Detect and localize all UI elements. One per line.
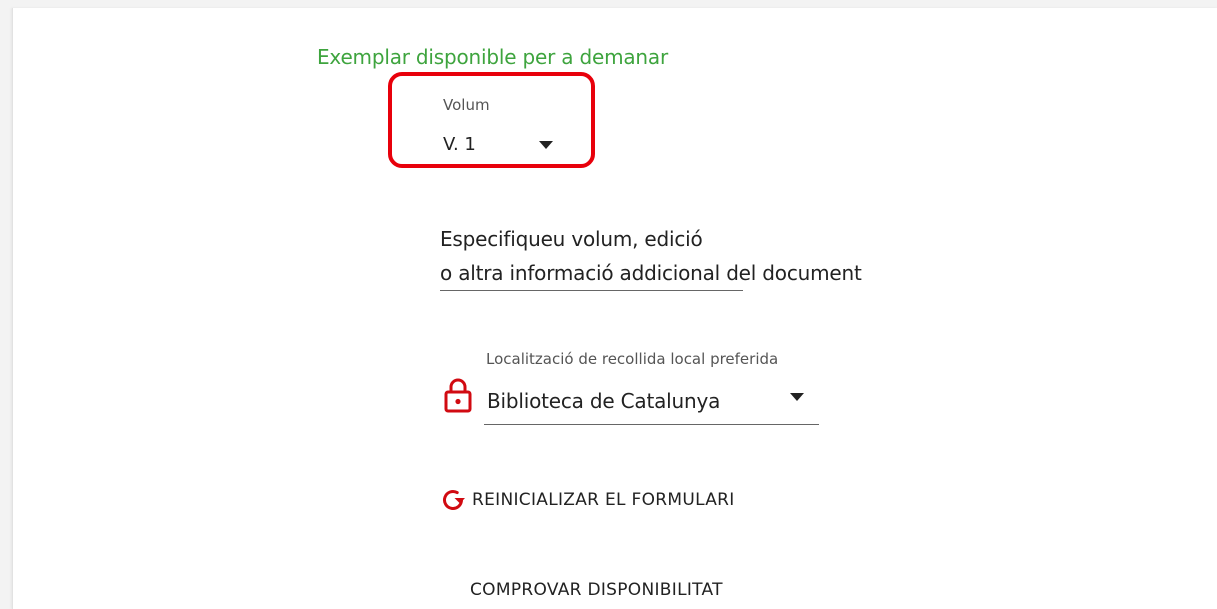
chevron-down-icon: [539, 141, 553, 149]
refresh-icon: [443, 490, 465, 510]
pickup-location-select[interactable]: Biblioteca de Catalunya: [484, 383, 819, 425]
pickup-location-label: Localització de recollida local preferid…: [486, 350, 779, 368]
lock-icon: [444, 378, 472, 413]
pickup-location-value: Biblioteca de Catalunya: [487, 389, 721, 413]
additional-info-line-2: o altra informació addicional del docume…: [440, 261, 862, 285]
volume-label: Volum: [443, 96, 490, 114]
reset-form-button[interactable]: REINICIALIZAR EL FORMULARI: [440, 484, 735, 516]
chevron-down-icon: [790, 393, 804, 401]
additional-info-underline: [440, 290, 743, 291]
request-form-panel: [12, 8, 1217, 609]
reset-form-label: REINICIALIZAR EL FORMULARI: [472, 490, 735, 510]
availability-status: Exemplar disponible per a demanar: [317, 45, 668, 69]
volume-selected-value: V. 1: [443, 134, 476, 155]
volume-select[interactable]: V. 1: [443, 134, 563, 160]
pickup-location-underline: [484, 424, 819, 425]
additional-info-field[interactable]: Especifiqueu volum, edició o altra infor…: [440, 222, 940, 292]
check-availability-button[interactable]: COMPROVAR DISPONIBILITAT: [470, 580, 723, 600]
additional-info-line-1: Especifiqueu volum, edició: [440, 227, 703, 251]
volume-highlight-box: Volum V. 1: [388, 72, 595, 168]
